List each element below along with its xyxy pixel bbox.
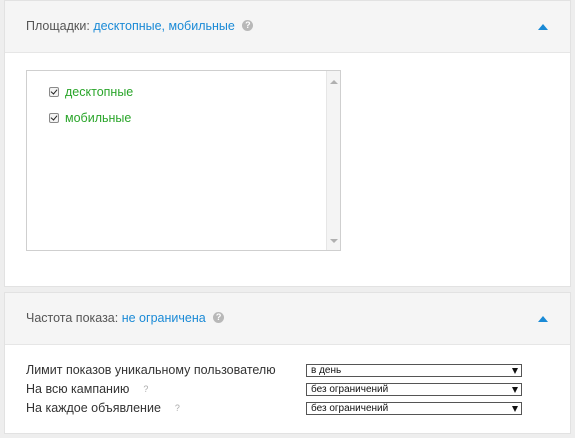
platforms-title-label: Площадки:: [26, 19, 90, 33]
checkbox-desktop[interactable]: [49, 86, 59, 97]
ad-limit-select[interactable]: без ограничений: [306, 402, 522, 415]
platforms-title-value: десктопные, мобильные: [93, 19, 235, 33]
platforms-listbox[interactable]: десктопные мобильные: [26, 70, 341, 251]
dropdown-arrow-icon: [512, 406, 518, 412]
frequency-title: Частота показа: не ограничена ?: [26, 311, 225, 325]
scroll-down-arrow-icon[interactable]: [330, 239, 338, 243]
scroll-up-arrow-icon[interactable]: [330, 80, 338, 84]
help-icon[interactable]: ?: [175, 403, 180, 413]
list-item-mobile[interactable]: мобильные: [49, 111, 131, 127]
unique-user-limit-label: Лимит показов уникальному пользователю: [26, 363, 276, 377]
list-item-label: мобильные: [65, 111, 132, 125]
dropdown-arrow-icon: [512, 387, 518, 393]
frequency-title-label: Частота показа:: [26, 311, 119, 325]
help-icon[interactable]: ?: [143, 384, 148, 394]
list-item-desktop[interactable]: десктопные: [49, 85, 133, 101]
platforms-title: Площадки: десктопные, мобильные ?: [26, 19, 254, 33]
listbox-scrollbar[interactable]: [326, 71, 340, 250]
frequency-panel: Частота показа: не ограничена ? Лимит по…: [4, 292, 571, 434]
help-icon[interactable]: ?: [213, 312, 225, 324]
platforms-panel: Площадки: десктопные, мобильные ? дескто…: [4, 0, 571, 287]
list-item-label: десктопные: [65, 85, 134, 99]
collapse-arrow-icon[interactable]: [538, 316, 548, 322]
dropdown-arrow-icon: [512, 368, 518, 374]
campaign-limit-select[interactable]: без ограничений: [306, 383, 522, 396]
frequency-panel-header[interactable]: Частота показа: не ограничена ?: [5, 293, 570, 345]
collapse-arrow-icon[interactable]: [538, 24, 548, 30]
unique-user-limit-select[interactable]: в день: [306, 364, 522, 377]
help-icon[interactable]: ?: [242, 20, 254, 32]
campaign-limit-label: На всю кампанию?: [26, 382, 149, 396]
platforms-panel-header[interactable]: Площадки: десктопные, мобильные ?: [5, 1, 570, 53]
checkbox-mobile[interactable]: [49, 112, 59, 123]
ad-limit-label: На каждое объявление?: [26, 401, 180, 415]
frequency-title-value: не ограничена: [121, 311, 206, 325]
